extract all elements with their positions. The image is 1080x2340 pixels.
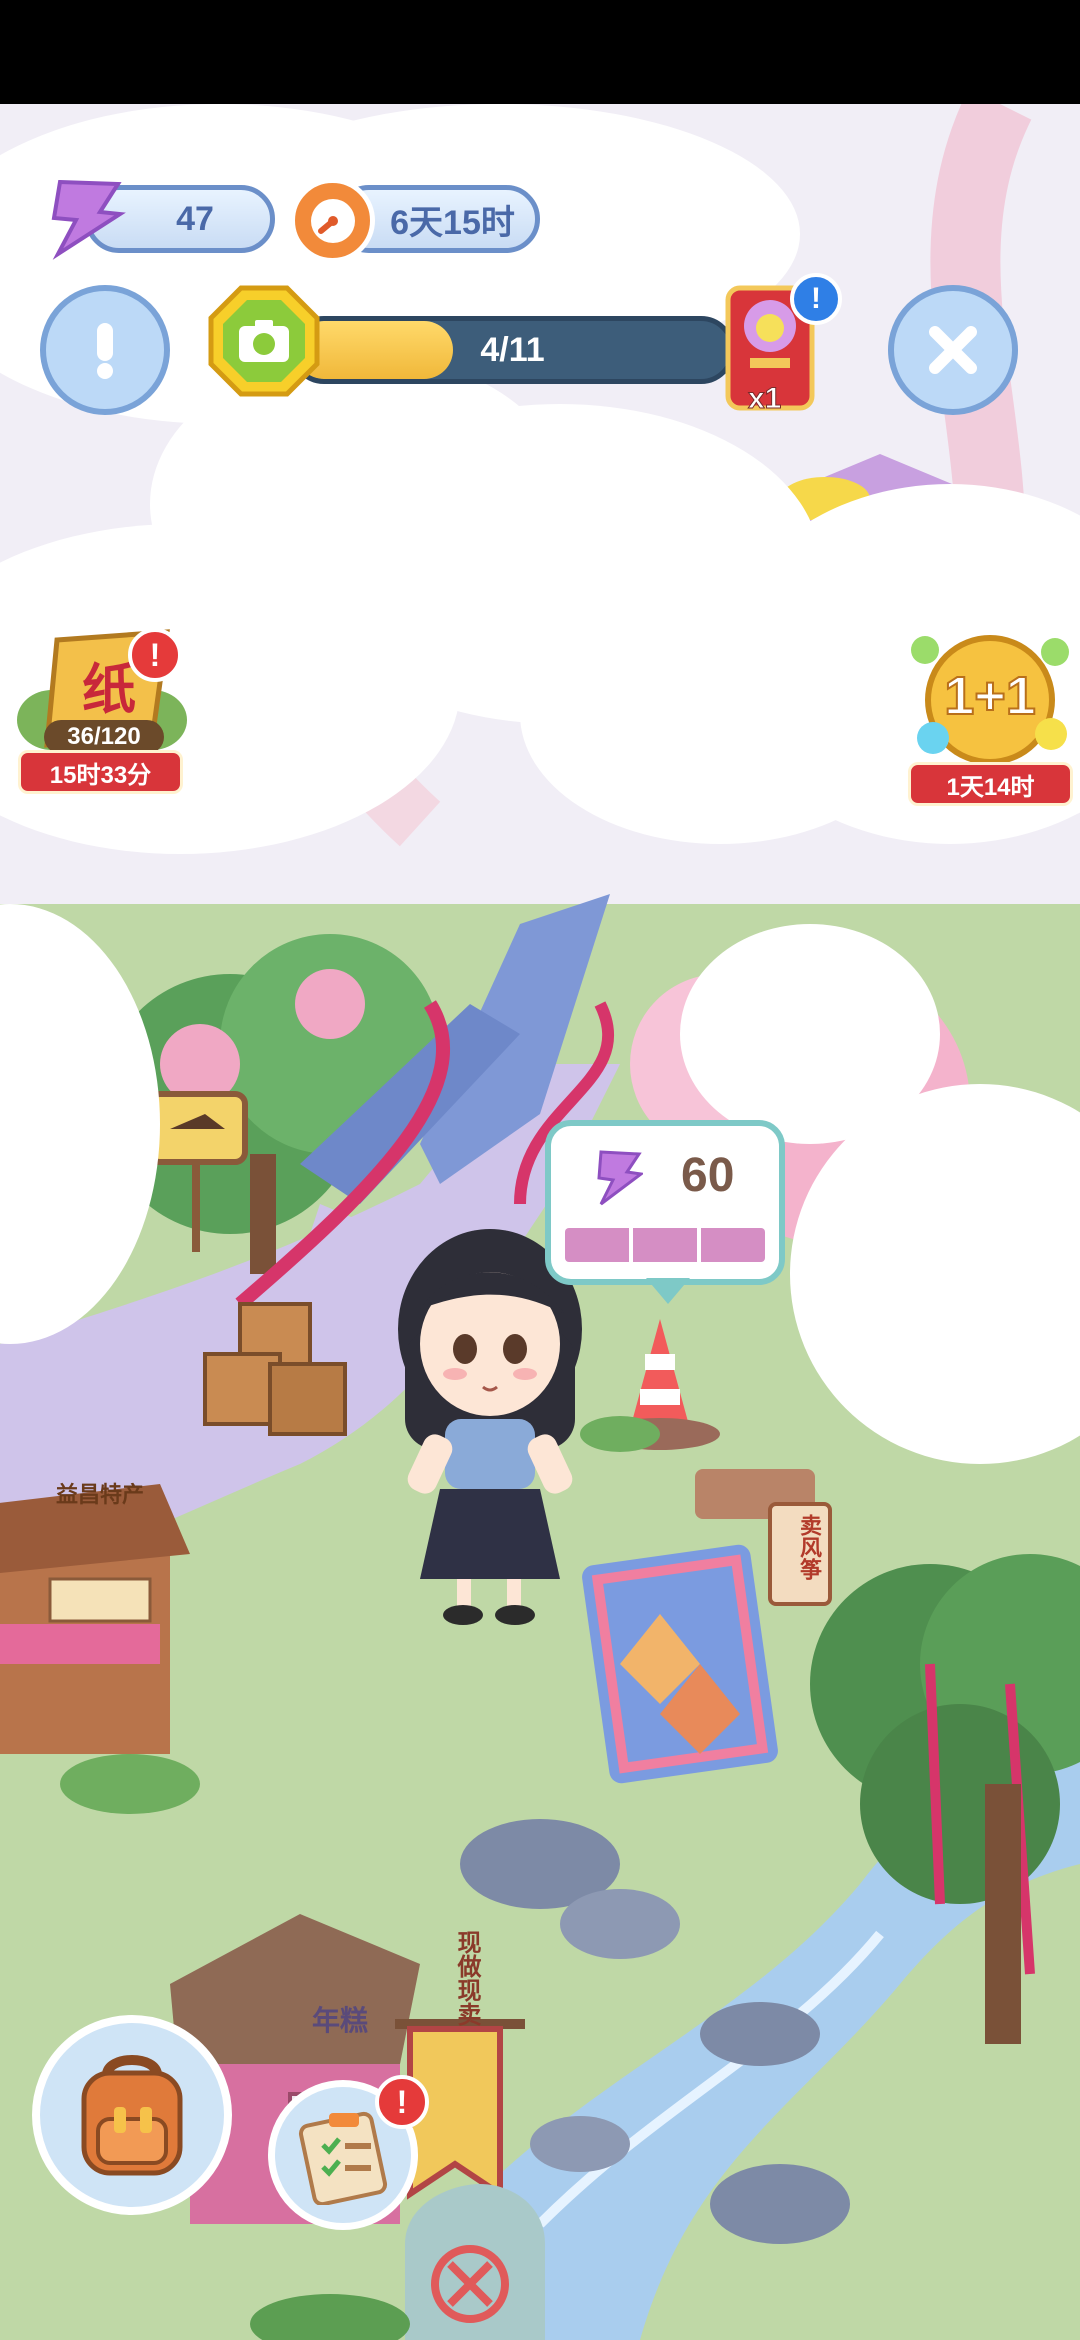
paper-event-timer: 15时33分 (18, 750, 183, 794)
double-event-timer: 1天14时 (908, 762, 1073, 806)
gift-bag-badge-mark: ! (811, 282, 821, 315)
paper-event-badge-mark: ! (149, 636, 161, 673)
stall-left[interactable] (0, 1484, 190, 1754)
paper-event-badge: ! (128, 628, 182, 682)
energy-cost-value: 60 (681, 1149, 735, 1202)
stopwatch-icon (290, 178, 375, 263)
paper-event-progress: 36/120 (44, 720, 164, 754)
cost-segments (565, 1228, 765, 1262)
status-bar (0, 0, 1080, 104)
bubble-pointer (646, 1278, 690, 1304)
gift-bag-count: x1 (747, 382, 782, 416)
energy-bolt-icon (40, 172, 130, 262)
camera-icon (205, 282, 323, 400)
stall-bottom-sign: 年糕 (311, 2005, 368, 2036)
gift-bag-badge: ! (790, 273, 842, 325)
stall-left-sign: 益昌特产 (55, 1482, 144, 1507)
cost-segment (701, 1228, 765, 1262)
camera-progress-bar[interactable]: 4/11 (290, 316, 735, 384)
exclamation-icon (97, 323, 113, 379)
cost-segment (633, 1228, 697, 1262)
tasks-badge: ! (375, 2075, 429, 2129)
game-world[interactable]: 益昌特产 卖风筝 现做现卖 年糕 (0, 104, 1080, 2340)
banner-sign: 现做现卖 (453, 1930, 480, 2026)
close-icon (929, 326, 977, 374)
camera-progress-text: 4/11 (480, 330, 545, 369)
backpack-icon (81, 2055, 183, 2176)
close-button[interactable] (888, 285, 1018, 415)
clipboard-checklist-icon (298, 2111, 388, 2205)
energy-bolt-icon (597, 1150, 643, 1206)
double-event-label: 1+1 (943, 665, 1037, 727)
cost-segment (565, 1228, 629, 1262)
backpack-button[interactable] (32, 2015, 232, 2215)
season-timer-value: 6天15时 (390, 203, 515, 242)
energy-value: 47 (176, 199, 214, 238)
energy-cost-bubble[interactable]: 60 (545, 1120, 785, 1285)
kite-sign: 卖风筝 (797, 1514, 822, 1580)
info-button[interactable] (40, 285, 170, 415)
tasks-badge-mark: ! (396, 2083, 408, 2120)
